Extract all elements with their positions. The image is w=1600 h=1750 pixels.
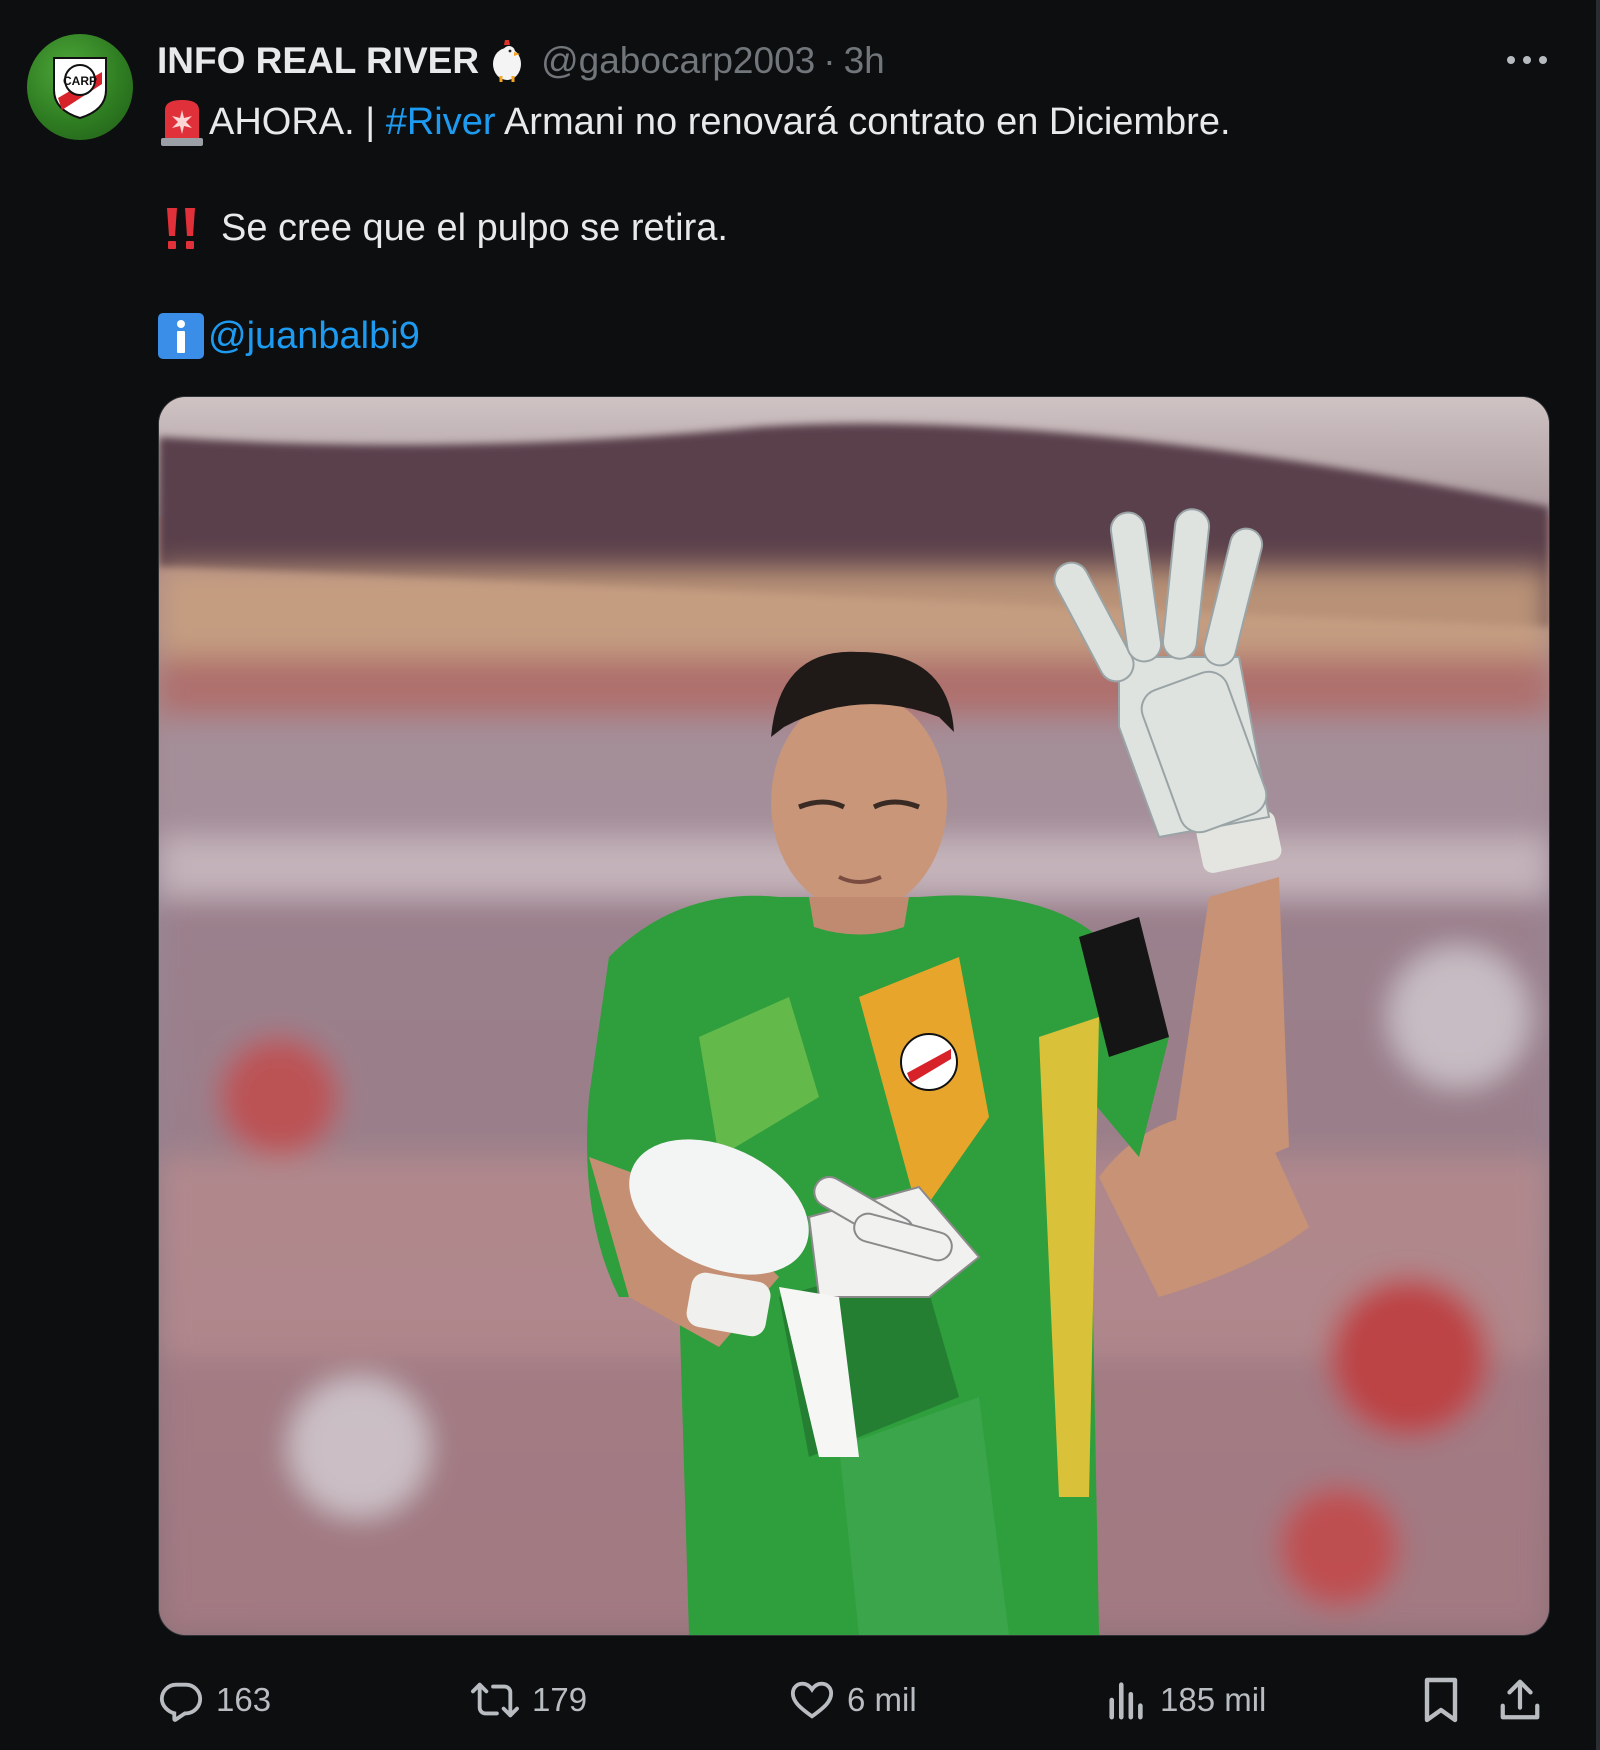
views-icon xyxy=(1109,1682,1143,1720)
more-icon-dot xyxy=(1523,56,1531,64)
tweet-line-2: Se cree que el pulpo se retira. xyxy=(157,200,728,256)
river-crest-icon: CARP xyxy=(53,57,107,120)
info-icon xyxy=(158,313,204,359)
like-count: 6 mil xyxy=(847,1681,917,1718)
reply-count: 163 xyxy=(216,1681,272,1718)
timeline-border xyxy=(1596,0,1600,1750)
goalkeeper-photo xyxy=(159,397,1549,1635)
timestamp[interactable]: 3h xyxy=(844,40,885,82)
verified-rooster-icon xyxy=(493,40,522,82)
more-icon-dot xyxy=(1539,56,1547,64)
retweet-icon xyxy=(471,1682,519,1718)
line1-rest: Armani no renovará contrato en Diciembre… xyxy=(495,100,1231,143)
more-icon xyxy=(1507,56,1515,64)
mention-link[interactable]: @juanbalbi9 xyxy=(208,315,420,358)
tweet-line-3: @juanbalbi9 xyxy=(157,308,420,364)
share-button[interactable] xyxy=(1498,1665,1554,1735)
tweet-actions: 163 179 6 mil 185 mil xyxy=(0,1665,1600,1735)
line2-text: Se cree que el pulpo se retira. xyxy=(221,206,728,249)
more-options-button[interactable] xyxy=(1500,44,1554,76)
hashtag-link[interactable]: #River xyxy=(386,101,496,144)
avatar[interactable]: CARP xyxy=(27,34,133,140)
tweet-line-1: AHORA. | #River Armani no renovará contr… xyxy=(157,94,1231,150)
bookmark-icon xyxy=(1424,1677,1458,1723)
author-name[interactable]: INFO REAL RIVER xyxy=(157,40,479,82)
like-button[interactable]: 6 mil xyxy=(789,1665,917,1735)
line1-prefix: AHORA. | xyxy=(209,100,386,143)
author-handle[interactable]: @gabocarp2003 xyxy=(541,40,815,82)
tweet-header: INFO REAL RIVER @gabocarp2003 · 3h xyxy=(157,36,885,86)
separator: · xyxy=(823,40,836,81)
bookmark-button[interactable] xyxy=(1420,1665,1474,1735)
double-exclamation-icon xyxy=(167,208,195,249)
tweet-photo[interactable] xyxy=(158,396,1550,1636)
crest-text: CARP xyxy=(63,74,97,88)
retweet-button[interactable]: 179 xyxy=(470,1665,587,1735)
like-icon xyxy=(790,1681,834,1719)
reply-button[interactable]: 163 xyxy=(158,1665,271,1735)
views-count: 185 mil xyxy=(1160,1681,1267,1718)
siren-icon xyxy=(161,100,203,146)
reply-icon xyxy=(159,1682,203,1722)
views-button[interactable]: 185 mil xyxy=(1106,1665,1266,1735)
share-icon xyxy=(1500,1679,1540,1720)
retweet-count: 179 xyxy=(532,1681,588,1718)
